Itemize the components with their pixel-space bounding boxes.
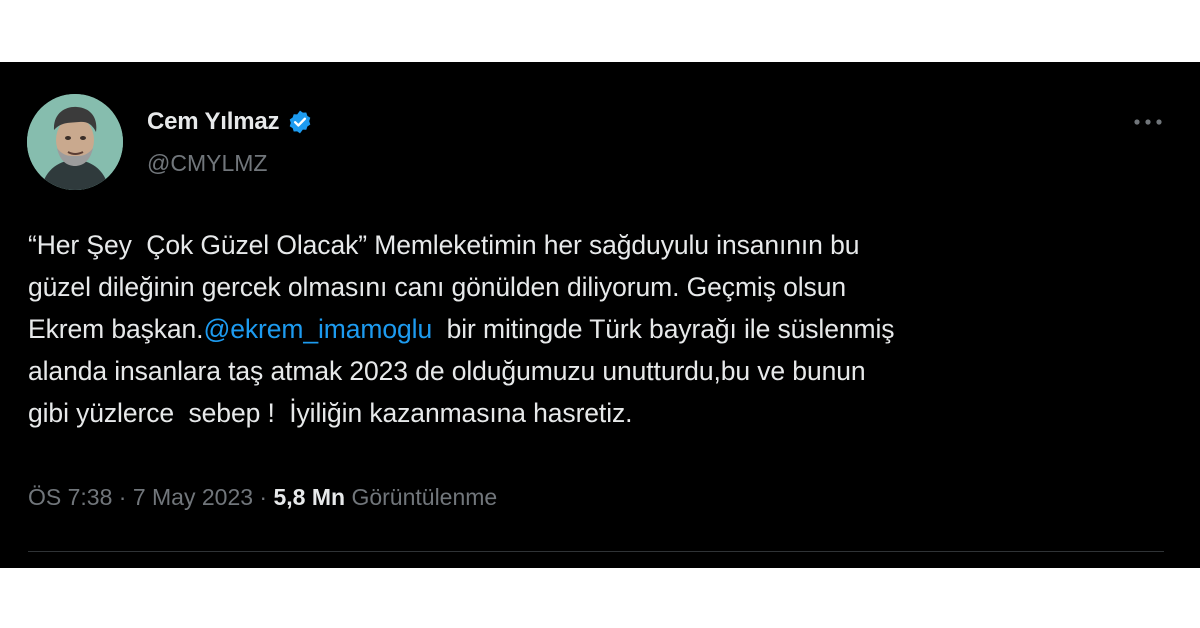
author-name-row: Cem Yılmaz (147, 108, 313, 136)
avatar-image (27, 94, 123, 190)
verified-badge-icon (290, 110, 311, 134)
mention-link[interactable]: @ekrem_imamoglu (203, 314, 432, 344)
author-handle[interactable]: @CMYLMZ (147, 150, 267, 177)
tweet-text: “Her Şey Çok Güzel Olacak” Memleketimin … (28, 224, 1168, 434)
author-display-name[interactable]: Cem Yılmaz (147, 108, 279, 136)
tweet-card: Cem Yılmaz @CMYLMZ “Her Şey Çok Güzel Ol… (0, 62, 1200, 568)
more-options-icon[interactable] (1130, 104, 1166, 140)
divider (28, 551, 1164, 552)
tweet-meta: ÖS 7:38 · 7 May 2023 · 5,8 Mn Görüntülen… (28, 484, 497, 511)
more-horizontal-icon (1134, 119, 1162, 125)
meta-separator: · (112, 484, 133, 510)
views-count: 5,8 Mn (273, 484, 346, 510)
meta-separator-2: · (253, 484, 274, 510)
views-label: Görüntülenme (351, 484, 498, 510)
avatar[interactable] (27, 94, 123, 190)
tweet-time[interactable]: ÖS 7:38 (28, 484, 112, 510)
tweet-date[interactable]: 7 May 2023 (133, 484, 253, 510)
